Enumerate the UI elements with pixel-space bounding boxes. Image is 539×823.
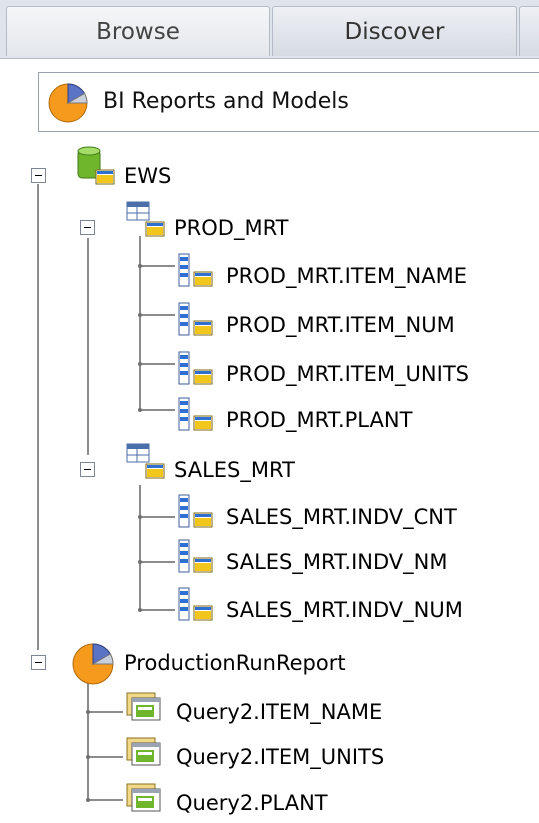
tree-node-sales-mrt-indv-num[interactable]: SALES_MRT.INDV_NUM bbox=[0, 587, 539, 630]
tree-node-label: Query2.PLANT bbox=[176, 791, 328, 815]
tree-node-label: PROD_MRT.ITEM_NAME bbox=[226, 264, 468, 288]
table-icon bbox=[126, 443, 165, 479]
tree-node-production-run-report[interactable]: ProductionRunReport bbox=[0, 643, 539, 685]
tree-node-label: PROD_MRT.ITEM_UNITS bbox=[226, 362, 469, 386]
column-icon bbox=[178, 253, 213, 287]
column-icon bbox=[178, 539, 213, 573]
collapse-icon[interactable] bbox=[80, 220, 95, 235]
tree-node-query2-item-units[interactable]: Query2.ITEM_UNITS bbox=[0, 737, 539, 777]
tree-node-label: SALES_MRT.INDV_NM bbox=[226, 550, 448, 574]
tree-node-label: SALES_MRT bbox=[174, 458, 295, 482]
collapse-icon[interactable] bbox=[80, 462, 95, 477]
column-icon bbox=[178, 302, 213, 336]
tree-node-label: PROD_MRT.PLANT bbox=[226, 408, 413, 432]
tab-discover[interactable]: Discover bbox=[272, 6, 517, 56]
query-icon bbox=[126, 783, 161, 812]
column-icon bbox=[178, 494, 213, 528]
tree-node-label: PROD_MRT.ITEM_NUM bbox=[226, 313, 455, 337]
tree-view: EWS PROD_MRT PROD_MRT.ITEM_NAME PROD_MRT… bbox=[0, 140, 539, 823]
tree-node-sales-mrt[interactable]: SALES_MRT bbox=[0, 443, 539, 490]
tree-node-label: EWS bbox=[124, 164, 172, 188]
source-selector-label: BI Reports and Models bbox=[103, 89, 349, 114]
tab-bar: Browse Discover bbox=[0, 0, 539, 59]
tree-node-prod-mrt[interactable]: PROD_MRT bbox=[0, 201, 539, 248]
query-icon bbox=[126, 737, 161, 766]
tree-node-label: SALES_MRT.INDV_NUM bbox=[226, 598, 463, 622]
collapse-icon[interactable] bbox=[31, 655, 46, 670]
tree-node-query2-plant[interactable]: Query2.PLANT bbox=[0, 783, 539, 823]
tree-node-label: Query2.ITEM_NAME bbox=[176, 700, 383, 724]
tree-node-label: ProductionRunReport bbox=[124, 651, 346, 675]
tree-node-prod-mrt-item-units[interactable]: PROD_MRT.ITEM_UNITS bbox=[0, 351, 539, 394]
tab-browse[interactable]: Browse bbox=[6, 6, 270, 56]
tree-node-ews[interactable]: EWS bbox=[0, 146, 539, 196]
tree-node-label: PROD_MRT bbox=[174, 216, 289, 240]
pie-chart-icon bbox=[72, 643, 114, 685]
tree-node-sales-mrt-indv-cnt[interactable]: SALES_MRT.INDV_CNT bbox=[0, 494, 539, 537]
tree-node-sales-mrt-indv-nm[interactable]: SALES_MRT.INDV_NM bbox=[0, 539, 539, 582]
tab-overflow[interactable] bbox=[519, 6, 539, 56]
tree-node-prod-mrt-item-num[interactable]: PROD_MRT.ITEM_NUM bbox=[0, 302, 539, 345]
query-icon bbox=[126, 692, 161, 721]
column-icon bbox=[178, 351, 213, 385]
database-icon bbox=[77, 146, 115, 185]
tree-node-label: SALES_MRT.INDV_CNT bbox=[226, 505, 457, 529]
source-selector[interactable]: BI Reports and Models bbox=[38, 72, 539, 132]
tab-browse-label: Browse bbox=[96, 18, 180, 45]
column-icon bbox=[178, 587, 213, 621]
pie-chart-icon bbox=[48, 83, 88, 123]
tree-node-prod-mrt-plant[interactable]: PROD_MRT.PLANT bbox=[0, 397, 539, 440]
table-icon bbox=[126, 201, 165, 237]
tab-discover-label: Discover bbox=[344, 18, 445, 45]
tree-node-prod-mrt-item-name[interactable]: PROD_MRT.ITEM_NAME bbox=[0, 253, 539, 296]
tree-node-label: Query2.ITEM_UNITS bbox=[176, 745, 385, 769]
column-icon bbox=[178, 397, 213, 431]
tree-node-query2-item-name[interactable]: Query2.ITEM_NAME bbox=[0, 692, 539, 732]
collapse-icon[interactable] bbox=[31, 168, 46, 183]
